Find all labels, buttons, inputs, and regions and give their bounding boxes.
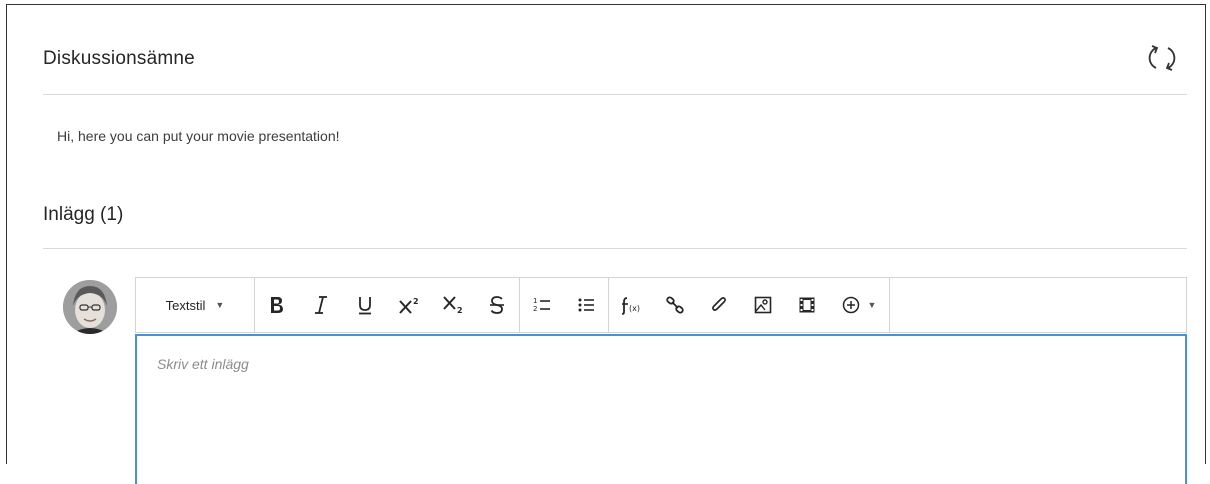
superscript-button[interactable]: 2: [387, 278, 431, 332]
video-button[interactable]: [785, 278, 829, 332]
underline-button[interactable]: [343, 278, 387, 332]
link-button[interactable]: [653, 278, 697, 332]
refresh-icon: [1148, 45, 1176, 71]
post-editor: Textstil ▼ 2 2 1 2 (x) ▼ Skriv ett inläg…: [135, 277, 1187, 484]
bold-icon: [271, 297, 283, 313]
image-button[interactable]: [741, 278, 785, 332]
toolbar-group-format: 2 2: [255, 278, 520, 332]
svg-text:2: 2: [413, 297, 419, 306]
unordered-list-button[interactable]: [564, 278, 608, 332]
superscript-icon: 2: [399, 297, 419, 314]
editor-toolbar: Textstil ▼ 2 2 1 2 (x) ▼: [135, 277, 1187, 333]
add-content-icon: [842, 296, 859, 314]
svg-text:(x): (x): [629, 304, 640, 313]
svg-text:1: 1: [533, 297, 537, 305]
toolbar-group-insert: (x) ▼: [609, 278, 890, 332]
svg-text:2: 2: [533, 305, 537, 313]
strikethrough-button[interactable]: [475, 278, 519, 332]
text-style-dropdown[interactable]: Textstil ▼: [136, 278, 254, 332]
link-icon: [666, 296, 684, 314]
user-avatar-image: [63, 280, 117, 334]
italic-icon: [315, 296, 327, 314]
avatar: [63, 280, 117, 334]
subscript-icon: 2: [443, 296, 463, 315]
page-title: Diskussionsämne: [43, 48, 195, 69]
refresh-button[interactable]: [1145, 41, 1179, 75]
attachment-icon: [712, 297, 726, 311]
toolbar-group-style: Textstil ▼: [136, 278, 255, 332]
image-icon: [754, 296, 772, 314]
strikethrough-icon: [490, 296, 504, 314]
math-formula-icon: (x): [621, 297, 640, 315]
topic-header: Diskussionsämne: [43, 5, 1187, 95]
unordered-list-icon: [578, 298, 594, 312]
posts-heading: Inlägg (1): [43, 204, 124, 225]
chevron-down-icon: ▼: [867, 300, 877, 310]
ordered-list-button[interactable]: 1 2: [520, 278, 564, 332]
svg-text:2: 2: [457, 306, 463, 315]
italic-button[interactable]: [299, 278, 343, 332]
text-style-label: Textstil: [165, 297, 206, 313]
math-formula-button[interactable]: (x): [609, 278, 653, 332]
divider: [43, 248, 1187, 249]
chevron-down-icon: ▼: [215, 300, 225, 310]
toolbar-group-lists: 1 2: [520, 278, 609, 332]
bold-button[interactable]: [255, 278, 299, 332]
discussion-panel: Diskussionsämne Hi, here you can put you…: [6, 4, 1206, 484]
post-text-area[interactable]: Skriv ett inlägg: [135, 334, 1187, 484]
ordered-list-icon: 1 2: [533, 297, 550, 313]
post-placeholder: Skriv ett inlägg: [157, 356, 249, 372]
topic-description: Hi, here you can put your movie presenta…: [57, 128, 340, 144]
attachment-button[interactable]: [697, 278, 741, 332]
underline-icon: [359, 297, 371, 315]
subscript-button[interactable]: 2: [431, 278, 475, 332]
add-content-button[interactable]: ▼: [829, 278, 889, 332]
video-icon: [799, 297, 815, 313]
